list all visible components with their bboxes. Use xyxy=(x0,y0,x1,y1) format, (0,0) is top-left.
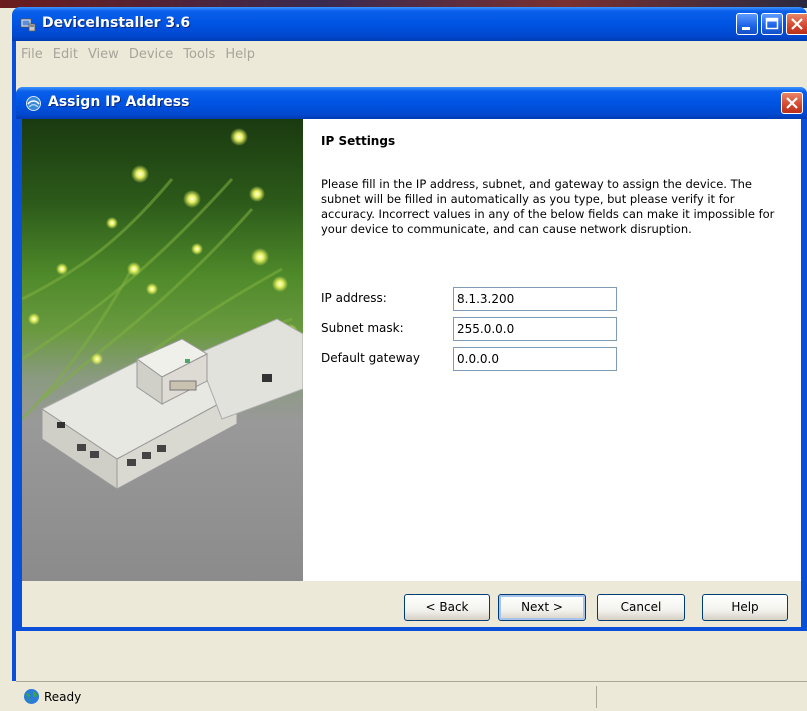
assign-ip-dialog: Assign IP Address IP Settings Please fil… xyxy=(16,87,807,631)
default-gateway-label: Default gateway xyxy=(321,351,420,365)
section-title: IP Settings xyxy=(321,134,396,148)
help-button[interactable]: Help xyxy=(702,594,788,621)
back-button[interactable]: < Back xyxy=(404,594,490,621)
network-wizard-icon xyxy=(26,96,41,111)
menu-device[interactable]: Device xyxy=(124,47,178,62)
dialog-title-bar[interactable]: Assign IP Address xyxy=(16,87,807,119)
menu-edit[interactable]: Edit xyxy=(48,47,83,62)
main-title-bar[interactable]: DeviceInstaller 3.6 xyxy=(12,7,807,41)
maximize-icon xyxy=(765,17,779,30)
maximize-button[interactable] xyxy=(761,13,783,35)
close-icon xyxy=(791,18,803,30)
status-divider xyxy=(596,686,597,708)
subnet-mask-input[interactable] xyxy=(453,317,617,341)
status-text: Ready xyxy=(44,690,82,704)
fiber-optics-devices-illustration xyxy=(22,128,303,490)
menu-tools[interactable]: Tools xyxy=(178,47,220,62)
instructions-text: Please fill in the IP address, subnet, a… xyxy=(321,177,775,236)
cancel-button[interactable]: Cancel xyxy=(597,594,685,621)
menu-help[interactable]: Help xyxy=(220,47,260,62)
menu-view[interactable]: View xyxy=(83,47,124,62)
default-gateway-input[interactable] xyxy=(453,347,617,371)
ip-settings-panel: IP Settings Please fill in the IP addres… xyxy=(303,119,801,581)
dialog-body: IP Settings Please fill in the IP addres… xyxy=(22,119,801,627)
ip-address-label: IP address: xyxy=(321,291,387,305)
status-bar: Ready xyxy=(16,681,807,711)
globe-status-icon xyxy=(24,689,39,704)
ip-address-input[interactable] xyxy=(453,287,617,311)
device-installer-app-icon xyxy=(20,18,36,32)
subnet-mask-label: Subnet mask: xyxy=(321,321,404,335)
menu-bar: File Edit View Device Tools Help xyxy=(16,41,807,67)
dialog-title: Assign IP Address xyxy=(48,94,190,110)
close-icon xyxy=(786,97,798,109)
next-button[interactable]: Next > xyxy=(498,594,586,621)
minimize-button[interactable] xyxy=(736,13,758,35)
menu-file[interactable]: File xyxy=(16,47,48,62)
dialog-close-button[interactable] xyxy=(781,92,803,114)
close-window-button[interactable] xyxy=(786,13,807,35)
wizard-banner-image xyxy=(22,119,303,581)
window-title: DeviceInstaller 3.6 xyxy=(42,15,191,31)
minimize-icon xyxy=(742,27,750,30)
